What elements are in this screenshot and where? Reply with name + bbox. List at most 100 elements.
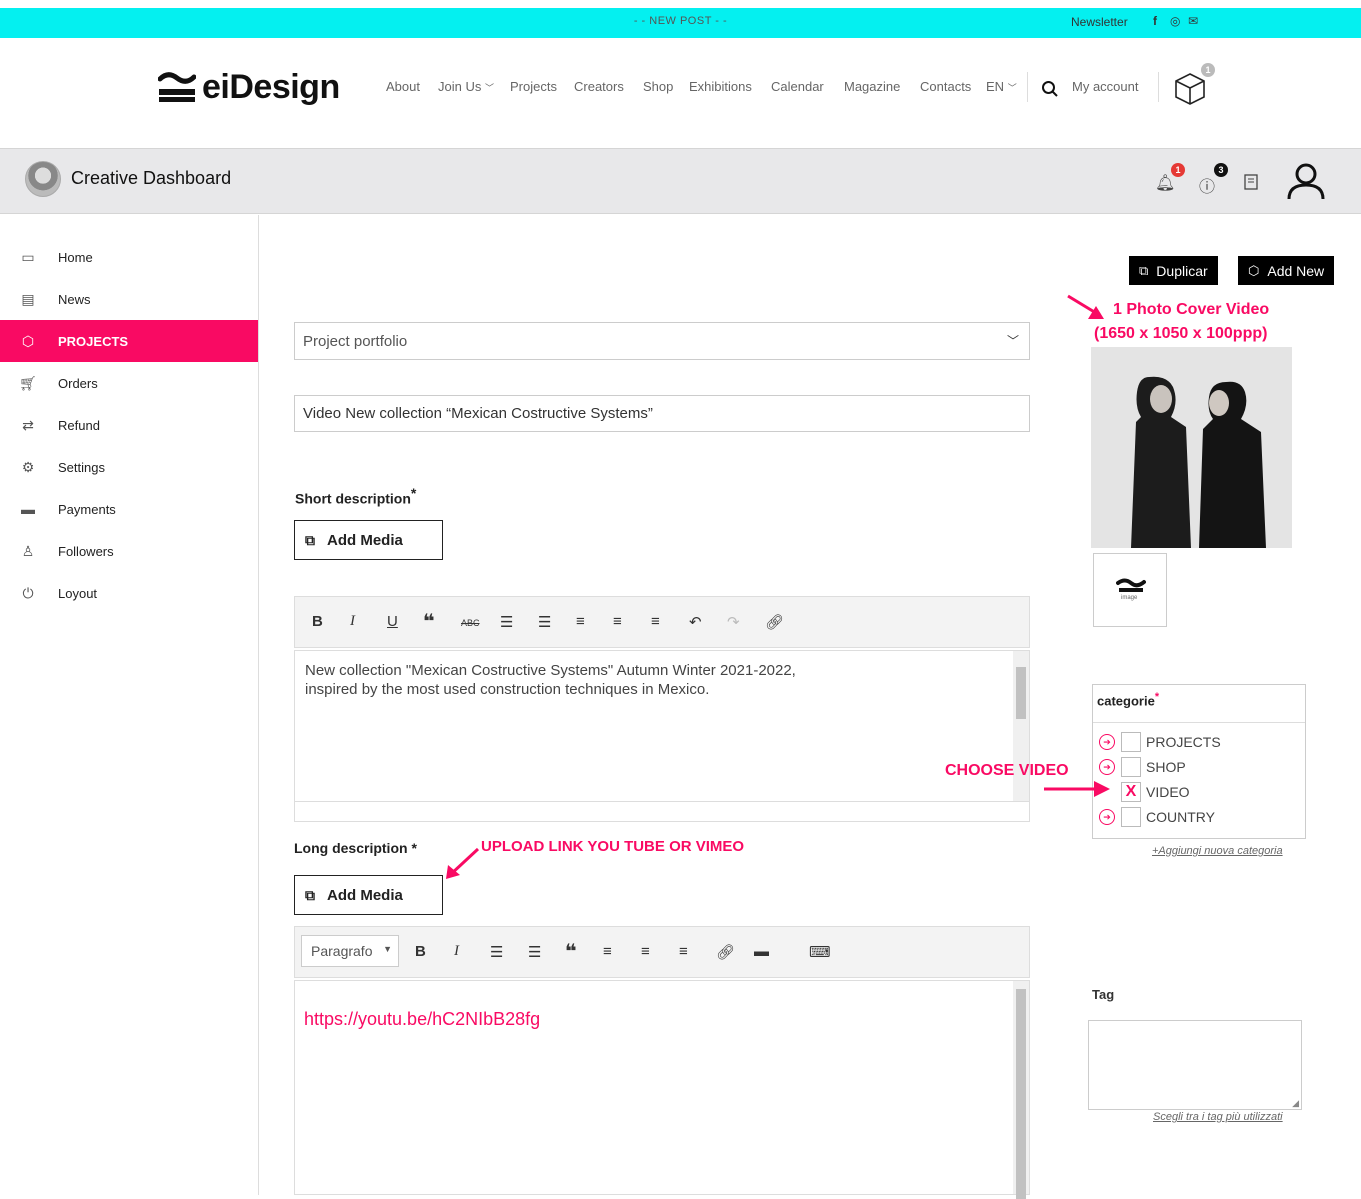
nav-divider — [1027, 72, 1028, 102]
align-center-icon[interactable]: ≡ — [613, 613, 622, 630]
category-checkbox[interactable]: X — [1121, 782, 1141, 802]
align-center-icon[interactable]: ≡ — [641, 943, 650, 960]
site-logo[interactable]: eiDesign — [158, 66, 340, 108]
my-account-link[interactable]: My account — [1072, 79, 1138, 94]
cover-photo[interactable] — [1091, 347, 1292, 548]
cube-icon: ⬡ — [21, 332, 35, 349]
long-description-label: Long description * — [294, 840, 417, 856]
category-row-projects[interactable]: ➔ PROJECTS — [1099, 731, 1221, 753]
help-badge: 3 — [1214, 163, 1228, 177]
short-desc-editor[interactable]: New collection "Mexican Costructive Syst… — [294, 650, 1030, 822]
bullet-list-icon[interactable]: ☰ — [490, 943, 503, 961]
power-icon: ⏻ — [22, 584, 34, 601]
add-media-button[interactable]: ⧉ Add Media — [294, 520, 443, 560]
nav-contacts[interactable]: Contacts — [920, 79, 971, 94]
scroll-thumb[interactable] — [1016, 667, 1026, 719]
bold-icon[interactable]: B — [312, 613, 323, 630]
help-icon[interactable]: ⓘ — [1199, 173, 1215, 197]
scrollbar[interactable] — [1013, 981, 1029, 1199]
instagram-icon[interactable]: ◎ — [1170, 14, 1180, 28]
sidebar-item-logout[interactable]: ⏻ Loyout — [0, 572, 258, 614]
scroll-thumb[interactable] — [1016, 989, 1026, 1199]
book-icon[interactable] — [1243, 173, 1259, 191]
italic-icon[interactable]: I — [350, 613, 355, 630]
add-new-button[interactable]: ⬡ Add New — [1238, 256, 1335, 285]
video-link-text: https://youtu.be/hC2NIbB28fg — [304, 1009, 541, 1029]
sidebar-item-news[interactable]: ▤ News — [0, 278, 258, 320]
nav-calendar[interactable]: Calendar — [771, 79, 824, 94]
avatar[interactable] — [25, 161, 61, 197]
underline-icon[interactable]: U — [387, 613, 398, 630]
sidebar-item-home[interactable]: ▭ Home — [0, 236, 258, 278]
sidebar-item-payments[interactable]: ▬ Payments — [0, 488, 258, 530]
category-checkbox[interactable] — [1121, 732, 1141, 752]
numbered-list-icon[interactable]: ☰ — [528, 943, 541, 961]
cart-icon: 🛒︎ — [19, 374, 37, 391]
copy-icon: ⧉ — [1139, 262, 1149, 278]
nav-creators[interactable]: Creators — [574, 79, 624, 94]
upload-link-annotation: UPLOAD LINK YOU TUBE OR VIMEO — [481, 838, 745, 855]
cart-count-badge: 1 — [1201, 63, 1215, 77]
link-icon[interactable]: 🔗︎ — [765, 613, 784, 631]
search-icon[interactable] — [1041, 80, 1059, 98]
short-description-label: Short description* — [295, 485, 416, 507]
title-input[interactable]: Video New collection “Mexican Costructiv… — [294, 395, 1030, 432]
add-new-label: Add New — [1267, 262, 1325, 279]
bell-icon[interactable]: 🔔︎ — [1155, 173, 1175, 193]
mail-icon[interactable]: ✉ — [1188, 14, 1198, 28]
cube-icon: ⬡ — [1248, 262, 1260, 278]
portfolio-select[interactable]: Project portfolio ﹀ — [294, 322, 1030, 360]
language-selector[interactable]: EN ﹀ — [986, 79, 1017, 94]
keyboard-icon[interactable]: ⌨ — [809, 943, 831, 961]
nav-shop[interactable]: Shop — [643, 79, 673, 94]
italic-icon[interactable]: I — [454, 943, 459, 960]
popular-tags-link[interactable]: Scegli tra i tag più utilizzati — [1153, 1111, 1283, 1123]
quote-icon[interactable]: ❝ — [423, 609, 435, 634]
user-icon[interactable] — [1286, 161, 1326, 201]
align-left-icon[interactable]: ≡ — [576, 613, 585, 630]
bullet-list-icon[interactable]: ☰ — [500, 613, 513, 631]
align-right-icon[interactable]: ≡ — [651, 613, 660, 630]
sidebar-item-orders[interactable]: 🛒︎ Orders — [0, 362, 258, 404]
sidebar-item-followers[interactable]: ♙ Followers — [0, 530, 258, 572]
nav-magazine[interactable]: Magazine — [844, 79, 900, 94]
duplicate-label: Duplicar — [1156, 262, 1208, 279]
image-thumbnail[interactable]: image — [1093, 553, 1167, 627]
nav-projects[interactable]: Projects — [510, 79, 557, 94]
refund-icon: ⇄ — [22, 416, 34, 433]
redo-icon[interactable]: ↷ — [727, 613, 740, 631]
nav-join-us[interactable]: Join Us ﹀ — [438, 79, 494, 94]
portfolio-select-value: Project portfolio — [303, 332, 408, 350]
tag-textarea[interactable]: ◢ — [1088, 1020, 1302, 1110]
sidebar-item-projects[interactable]: ⬡ PROJECTS — [0, 320, 258, 362]
facebook-icon[interactable]: f — [1153, 14, 1157, 28]
sidebar-item-settings[interactable]: ⚙ Settings — [0, 446, 258, 488]
newsletter-link[interactable]: Newsletter — [1071, 15, 1128, 29]
sidebar-item-refund[interactable]: ⇄ Refund — [0, 404, 258, 446]
category-row-shop[interactable]: ➔ SHOP — [1099, 756, 1186, 778]
read-more-icon[interactable]: ▬ — [754, 943, 769, 960]
nav-about[interactable]: About — [386, 79, 420, 94]
long-desc-editor[interactable]: https://youtu.be/hC2NIbB28fg — [294, 980, 1030, 1199]
cart-box-icon[interactable] — [1173, 70, 1207, 106]
link-icon[interactable]: 🔗︎ — [716, 943, 735, 961]
undo-icon[interactable]: ↶ — [689, 613, 702, 631]
paragraph-format-select[interactable]: Paragrafo ▼ — [301, 935, 399, 967]
nav-exhibitions[interactable]: Exhibitions — [689, 79, 752, 94]
strikethrough-icon[interactable]: ABC — [461, 618, 480, 628]
category-checkbox[interactable] — [1121, 757, 1141, 777]
add-category-link[interactable]: +Aggiungi nuova categoria — [1152, 845, 1283, 857]
nav-divider — [1158, 72, 1159, 102]
sidebar-item-label: Home — [58, 249, 93, 265]
category-row-video[interactable]: ➔ X VIDEO — [1099, 781, 1190, 803]
add-media-button[interactable]: ⧉ Add Media — [294, 875, 443, 915]
numbered-list-icon[interactable]: ☰ — [538, 613, 551, 631]
quote-icon[interactable]: ❝ — [565, 939, 577, 964]
resize-handle-icon[interactable]: ◢ — [1292, 1098, 1299, 1109]
duplicate-button[interactable]: ⧉ Duplicar — [1129, 256, 1218, 285]
align-right-icon[interactable]: ≡ — [679, 943, 688, 960]
bold-icon[interactable]: B — [415, 943, 426, 960]
category-row-country[interactable]: ➔ COUNTRY — [1099, 806, 1215, 828]
category-checkbox[interactable] — [1121, 807, 1141, 827]
align-left-icon[interactable]: ≡ — [603, 943, 612, 960]
